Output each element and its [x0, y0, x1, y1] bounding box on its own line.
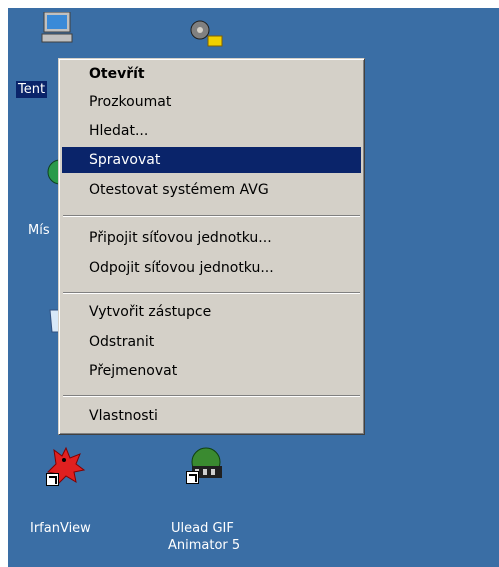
menu-item-manage[interactable]: Spravovat [62, 147, 361, 173]
desktop-icon-irfanview[interactable]: IrfanView [20, 442, 110, 542]
context-menu: Otevřít Prozkoumat Hledat... Spravovat O… [58, 58, 365, 435]
menu-separator [63, 395, 360, 397]
irfanview-icon [46, 446, 86, 486]
menu-item-rename[interactable]: Přejmenovat [62, 358, 361, 384]
shortcut-arrow-icon [186, 471, 199, 484]
menu-item-search[interactable]: Hledat... [62, 118, 361, 144]
menu-item-map-network-drive[interactable]: Připojit síťovou jednotku... [62, 225, 361, 251]
menu-item-create-shortcut[interactable]: Vytvořit zástupce [62, 299, 361, 325]
ulead-label-line1: Ulead GIF [171, 521, 234, 536]
menu-item-delete[interactable]: Odstranit [62, 329, 361, 355]
ulead-label-line2: Animator 5 [168, 538, 241, 553]
menu-item-explore[interactable]: Prozkoumat [62, 89, 361, 115]
computer-icon [40, 11, 76, 43]
ulead-gif-animator-icon [186, 444, 226, 484]
menu-separator [63, 292, 360, 294]
desktop-icon-settings[interactable] [178, 8, 238, 48]
menu-item-avg-scan[interactable]: Otestovat systémem AVG [62, 177, 361, 203]
shortcut-arrow-icon [46, 473, 59, 486]
gear-icon [186, 16, 226, 47]
menu-separator [63, 215, 360, 217]
desktop[interactable]: Tent Mís IrfanView Ulead GIF Animator 5 … [8, 8, 499, 567]
irfanview-label: IrfanView [30, 521, 91, 536]
desktop-icon-ulead-gif-animator[interactable]: Ulead GIF Animator 5 [148, 442, 258, 553]
menu-item-properties[interactable]: Vlastnosti [62, 403, 361, 429]
my-computer-label: Tent [16, 81, 48, 98]
menu-item-disconnect-network-drive[interactable]: Odpojit síťovou jednotku... [62, 255, 361, 281]
menu-item-open[interactable]: Otevřít [62, 61, 361, 87]
network-label: Mís [28, 223, 50, 238]
